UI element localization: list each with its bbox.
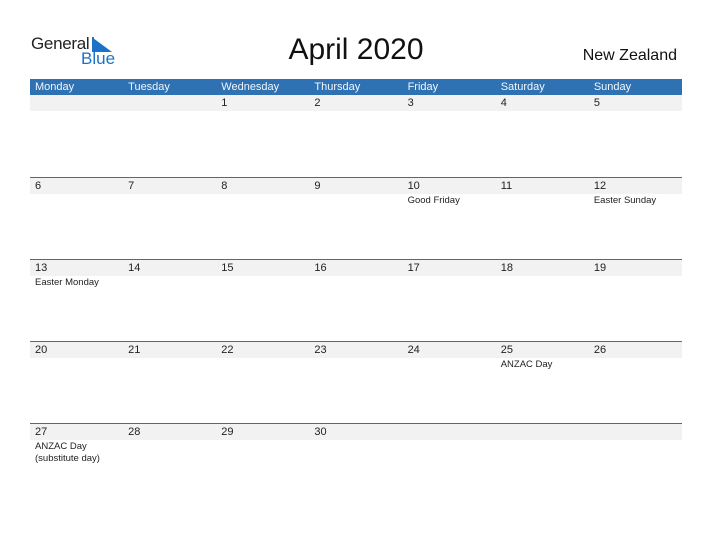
holiday-label (496, 194, 589, 207)
day-number: 18 (500, 262, 513, 274)
holiday-label (589, 358, 682, 371)
event-row (30, 111, 682, 112)
holiday-label (309, 194, 402, 207)
weekday-wednesday: Wednesday (221, 81, 280, 93)
day-number: 8 (221, 180, 228, 192)
holiday-label (589, 276, 682, 289)
day-number-row: 1 2 3 4 5 (30, 95, 682, 111)
holiday-label (216, 276, 309, 289)
holiday-label: ANZAC Day (500, 359, 553, 370)
event-row: Good Friday Easter Sunday (30, 194, 682, 207)
day-number: 5 (593, 97, 600, 109)
day-number-row: 6 7 8 9 10 11 12 (30, 178, 682, 194)
day-number: 19 (593, 262, 607, 274)
holiday-label (216, 194, 309, 207)
week-row: 20 21 22 23 24 25 26 ANZAC Day (30, 341, 682, 423)
holiday-label (123, 111, 216, 112)
day-number: 28 (128, 426, 141, 438)
day-number: 7 (128, 180, 135, 192)
holiday-label (403, 276, 496, 289)
weekday-tuesday: Tuesday (128, 81, 170, 93)
day-number: 13 (35, 262, 48, 274)
holiday-label (30, 194, 123, 207)
day-number (30, 95, 123, 111)
holiday-label: ANZAC Day (substitute day) (35, 441, 100, 464)
holiday-label: Good Friday (407, 195, 460, 206)
day-number: 10 (407, 180, 420, 192)
event-row: ANZAC Day (substitute day) (30, 440, 682, 465)
day-number: 12 (593, 180, 607, 192)
holiday-label (123, 194, 216, 207)
weekday-sunday: Sunday (593, 81, 632, 93)
day-number: 15 (221, 262, 234, 274)
holiday-label (403, 111, 496, 112)
weekday-saturday: Saturday (500, 81, 545, 93)
holiday-label: Easter Monday (35, 277, 99, 288)
holiday-label (403, 358, 496, 371)
holiday-label (30, 111, 123, 112)
day-number: 25 (500, 344, 513, 356)
holiday-label (30, 358, 123, 371)
day-number: 3 (407, 97, 414, 109)
day-number: 11 (500, 180, 513, 192)
weekday-monday: Monday (35, 81, 75, 93)
day-number: 6 (35, 180, 42, 192)
holiday-label (309, 111, 402, 112)
day-number: 24 (407, 344, 420, 356)
day-number: 16 (314, 262, 327, 274)
day-number: 1 (221, 97, 228, 109)
holiday-label (216, 440, 309, 465)
week-row: 1 2 3 4 5 (30, 95, 682, 177)
holiday-label (309, 440, 402, 465)
day-number (496, 424, 589, 440)
day-number: 22 (221, 344, 234, 356)
holiday-label (496, 276, 589, 289)
day-number: 9 (314, 180, 321, 192)
weekday-header: Monday Tuesday Wednesday Thursday Friday… (30, 79, 682, 95)
weeks-container: 1 2 3 4 5 6 7 8 9 10 11 12 Good Friday Easter Sunday 1… (30, 95, 682, 505)
day-number: 30 (314, 426, 327, 438)
holiday-label (309, 276, 402, 289)
country-label: New Zealand (582, 47, 677, 64)
week-row: 13 14 15 16 17 18 19 Easter Monday (30, 259, 682, 341)
holiday-label: Easter Sunday (593, 195, 657, 206)
holiday-label (309, 358, 402, 371)
holiday-label (216, 111, 309, 112)
holiday-label (496, 440, 589, 465)
day-number-row: 27 28 29 30 (30, 424, 682, 440)
day-number: 27 (35, 426, 48, 438)
weekday-friday: Friday (407, 81, 439, 93)
day-number-row: 20 21 22 23 24 25 26 (30, 342, 682, 358)
holiday-label (589, 111, 682, 112)
day-number: 14 (128, 262, 141, 274)
calendar-grid: Monday Tuesday Wednesday Thursday Friday… (30, 79, 682, 505)
holiday-label (216, 358, 309, 371)
weekday-thursday: Thursday (314, 81, 361, 93)
day-number: 17 (407, 262, 420, 274)
day-number: 29 (221, 426, 234, 438)
day-number: 21 (128, 344, 141, 356)
day-number: 2 (314, 97, 321, 109)
day-number: 4 (500, 97, 507, 109)
day-number: 20 (35, 344, 48, 356)
holiday-label (123, 358, 216, 371)
event-row: Easter Monday (30, 276, 682, 289)
day-number (403, 424, 496, 440)
day-number: 23 (314, 344, 327, 356)
day-number (589, 424, 682, 440)
day-number: 26 (593, 344, 607, 356)
day-number (123, 95, 216, 111)
holiday-label (589, 440, 682, 465)
holiday-label (496, 111, 589, 112)
week-row: 27 28 29 30 ANZAC Day (substitute day) (30, 423, 682, 505)
day-number-row: 13 14 15 16 17 18 19 (30, 260, 682, 276)
holiday-label (123, 276, 216, 289)
week-row: 6 7 8 9 10 11 12 Good Friday Easter Sunday (30, 177, 682, 259)
event-row: ANZAC Day (30, 358, 682, 371)
holiday-label (123, 440, 216, 465)
holiday-label (403, 440, 496, 465)
